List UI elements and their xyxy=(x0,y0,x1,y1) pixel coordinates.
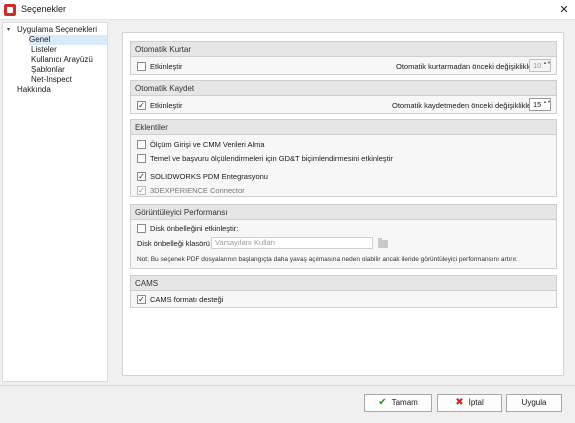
disk-cache-folder-label: Disk önbelleği klasörü xyxy=(137,239,210,248)
footer-divider xyxy=(0,385,575,386)
checkbox-label: Etkinleştir xyxy=(150,62,183,71)
button-label: İptal xyxy=(468,398,484,407)
group-header: Eklentiler xyxy=(131,120,556,135)
autorecover-interval-label: Otomatik kurtarmadan önceki değişiklikle… xyxy=(396,62,537,71)
checkbox-label: CAMS formatı desteği xyxy=(150,295,224,304)
spinner-arrows-icon[interactable]: ▲▼ xyxy=(543,60,551,71)
disk-cache-folder-input[interactable]: Varsayılanı Kullan xyxy=(211,237,373,249)
performance-note: Not: Bu seçenek PDF dosyalarının başlang… xyxy=(137,256,518,263)
cams-group: CAMS ✓ CAMS formatı desteği xyxy=(130,275,557,308)
autorecover-group: Otomatik Kurtar Etkinleştir Otomatik kur… xyxy=(130,41,557,75)
spinner-arrows-icon[interactable]: ▲▼ xyxy=(543,99,551,110)
close-button[interactable]: ✕ xyxy=(553,0,575,20)
autosave-interval-spinner[interactable]: 15 ▲▼ xyxy=(529,98,551,111)
tree-item-net-inspect[interactable]: Net-Inspect xyxy=(31,75,72,85)
options-tree: ▾ Uygulama Seçenekleri Genel Listeler Ku… xyxy=(2,22,108,382)
group-header: Otomatik Kurtar xyxy=(131,42,556,57)
addins-group: Eklentiler Ölçüm Girişi ve CMM Verileri … xyxy=(130,119,557,197)
button-label: Tamam xyxy=(391,398,418,407)
check-icon: ✓ xyxy=(137,186,146,195)
cross-icon: ✖ xyxy=(455,397,464,408)
group-header: Otomatik Kaydet xyxy=(131,81,556,96)
title-bar: Seçenekler ✕ xyxy=(0,0,575,20)
cancel-button[interactable]: ✖ İptal xyxy=(437,394,502,412)
checkmark-icon: ✔ xyxy=(378,397,387,408)
autosave-group: Otomatik Kaydet ✓ Etkinleştir Otomatik k… xyxy=(130,80,557,114)
checkbox-label: 3DEXPERIENCE Connector xyxy=(150,186,245,195)
window-title: Seçenekler xyxy=(21,4,67,14)
group-header: CAMS xyxy=(131,276,556,291)
checkbox-box xyxy=(137,154,146,163)
spinner-value: 15 xyxy=(533,100,542,109)
group-header: Görüntüleyici Performansı xyxy=(131,205,556,220)
check-icon: ✓ xyxy=(137,295,146,304)
tree-item-lists[interactable]: Listeler xyxy=(31,45,57,55)
checkbox-box xyxy=(137,224,146,233)
expand-icon[interactable]: ▾ xyxy=(7,26,10,33)
folder-browse-icon[interactable] xyxy=(378,238,388,248)
general-settings-panel: Otomatik Kurtar Etkinleştir Otomatik kur… xyxy=(122,32,564,376)
app-icon xyxy=(4,4,16,16)
checkbox-label: Disk önbelleğini etkinleştir: xyxy=(150,224,239,233)
spinner-value: 10 xyxy=(533,61,542,70)
check-icon: ✓ xyxy=(137,101,146,110)
checkbox-label: Ölçüm Girişi ve CMM Verileri Alma xyxy=(150,140,265,149)
tree-item-general[interactable]: Genel xyxy=(29,35,107,45)
autorecover-interval-spinner[interactable]: 10 ▲▼ xyxy=(529,59,551,72)
autosave-interval-label: Otomatik kaydetmeden önceki değişiklikle… xyxy=(392,101,536,110)
tree-item-about[interactable]: Hakkında xyxy=(17,85,51,95)
check-icon: ✓ xyxy=(137,172,146,181)
tree-item-templates[interactable]: Şablonlar xyxy=(31,65,65,75)
tree-item-label: Genel xyxy=(29,35,51,44)
checkbox-label: SOLIDWORKS PDM Entegrasyonu xyxy=(150,172,268,181)
tree-item-user-interface[interactable]: Kullanıcı Arayüzü xyxy=(31,55,93,65)
viewer-performance-group: Görüntüleyici Performansı Disk önbelleği… xyxy=(130,204,557,269)
checkbox-label: Etkinleştir xyxy=(150,101,183,110)
apply-button[interactable]: Uygula xyxy=(506,394,562,412)
tree-item-app-options[interactable]: Uygulama Seçenekleri xyxy=(17,25,97,35)
checkbox-box xyxy=(137,62,146,71)
ok-button[interactable]: ✔ Tamam xyxy=(364,394,432,412)
checkbox-box xyxy=(137,140,146,149)
checkbox-label: Temel ve başvuru ölçülendirmeleri için G… xyxy=(150,154,393,163)
